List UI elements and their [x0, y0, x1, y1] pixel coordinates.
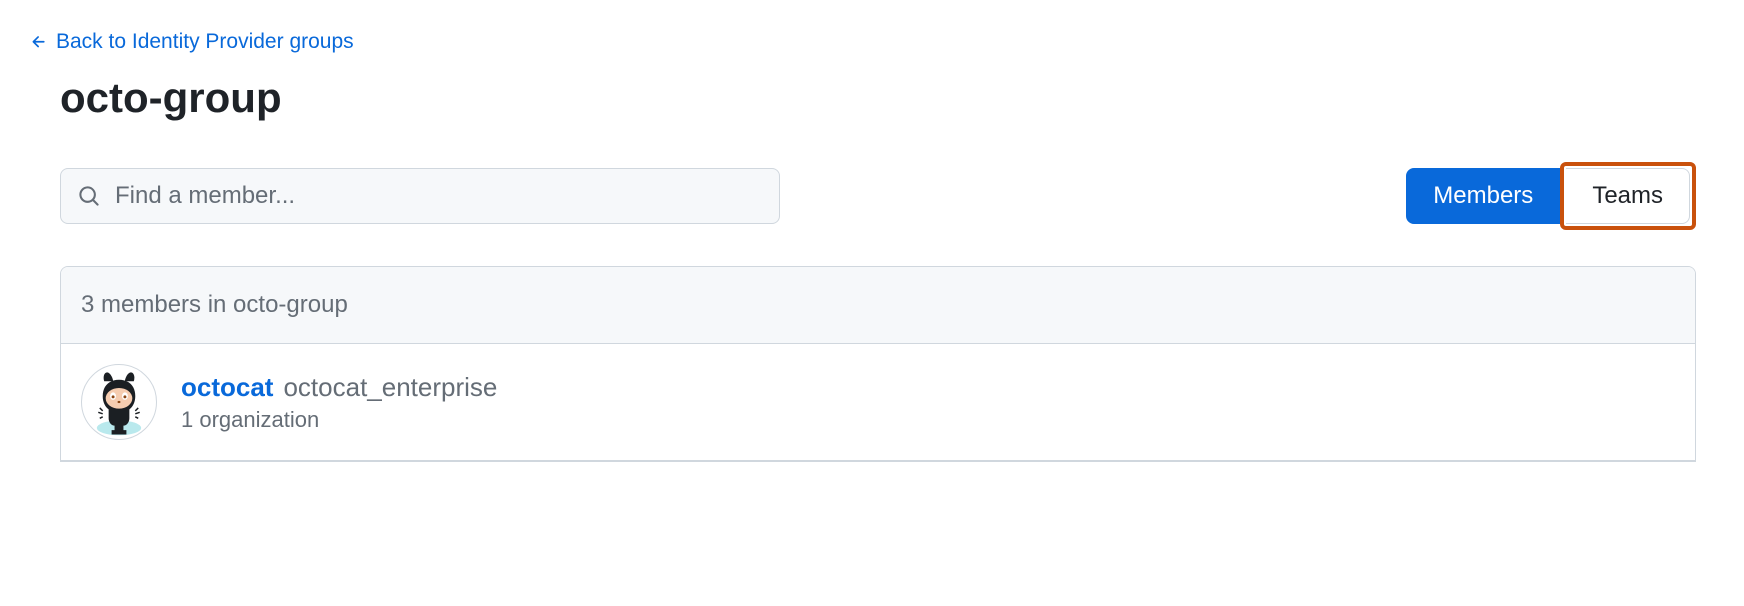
- octocat-icon: [82, 364, 156, 440]
- tab-group: Members Teams: [1406, 162, 1696, 230]
- search-input[interactable]: [60, 168, 780, 224]
- search-wrapper: [60, 168, 780, 224]
- arrow-left-icon: [30, 33, 48, 51]
- page-title: octo-group: [60, 74, 1714, 122]
- avatar: [81, 364, 157, 440]
- controls-row: Members Teams: [60, 162, 1696, 230]
- member-info: octocat octocat_enterprise 1 organizatio…: [181, 372, 497, 433]
- member-username[interactable]: octocat: [181, 372, 273, 403]
- member-fullname: octocat_enterprise: [283, 372, 497, 403]
- back-link-label: Back to Identity Provider groups: [56, 30, 354, 54]
- list-header: 3 members in octo-group: [61, 267, 1695, 344]
- members-list: 3 members in octo-group octocat octoc: [60, 266, 1696, 462]
- back-link[interactable]: Back to Identity Provider groups: [30, 30, 354, 54]
- search-icon: [78, 185, 100, 207]
- list-item: octocat octocat_enterprise 1 organizatio…: [61, 344, 1695, 461]
- member-meta: 1 organization: [181, 407, 497, 433]
- tab-members[interactable]: Members: [1406, 168, 1560, 224]
- member-name-row: octocat octocat_enterprise: [181, 372, 497, 403]
- tab-teams[interactable]: Teams: [1566, 168, 1690, 224]
- annotation-highlight: Teams: [1560, 162, 1696, 230]
